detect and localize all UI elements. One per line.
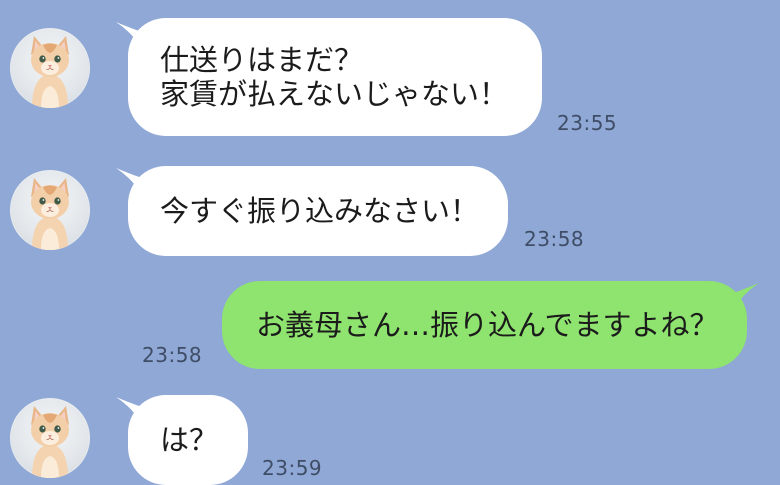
message-timestamp: 23:58 <box>142 343 203 367</box>
message-text: 今すぐ振り込みなさい！ <box>160 194 480 228</box>
message-timestamp: 23:55 <box>557 111 618 135</box>
cat-avatar-icon <box>31 178 69 250</box>
contact-avatar[interactable] <box>10 170 90 250</box>
message-text: 仕送りはまだ？ 家賃が払えないじゃない！ <box>160 43 509 111</box>
message-bubble-received[interactable]: 仕送りはまだ？ 家賃が払えないじゃない！ <box>128 18 542 136</box>
contact-avatar[interactable] <box>10 28 90 108</box>
message-timestamp: 23:59 <box>262 456 323 480</box>
contact-avatar[interactable] <box>10 398 90 478</box>
cat-avatar-icon <box>31 36 69 108</box>
message-text: お義母さん…振り込んでますよね？ <box>256 308 719 342</box>
cat-avatar-icon <box>31 406 69 478</box>
message-bubble-received[interactable]: 今すぐ振り込みなさい！ <box>128 166 508 256</box>
message-bubble-received[interactable]: は？ <box>128 395 248 485</box>
message-bubble-sent[interactable]: お義母さん…振り込んでますよね？ <box>222 281 747 369</box>
message-text: は？ <box>160 423 219 457</box>
chat-area[interactable]: 仕送りはまだ？ 家賃が払えないじゃない！ 23:55 今すぐ振り込みなさい！ 2… <box>0 0 780 485</box>
message-timestamp: 23:58 <box>524 227 585 251</box>
